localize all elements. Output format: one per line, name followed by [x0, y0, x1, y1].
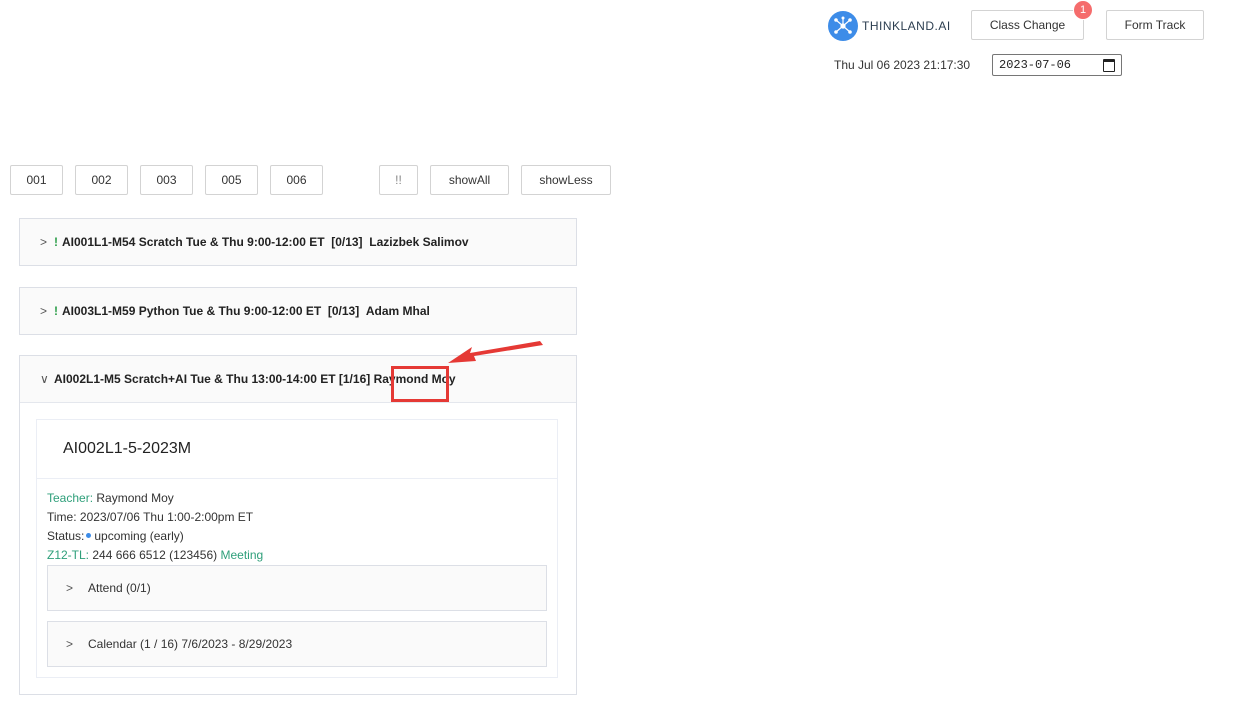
calendar-icon[interactable] — [1103, 59, 1115, 72]
teacher-label: Teacher: — [47, 491, 94, 505]
time-value: 2023/07/06 Thu 1:00-2:00pm ET — [79, 510, 254, 524]
show-less-button[interactable]: showLess — [521, 165, 611, 195]
logo-text: THINKLAND.AI — [862, 19, 951, 33]
zoom-value: 244 666 6512 (123456) — [92, 548, 218, 562]
class-count: [0/13] — [331, 235, 363, 249]
brand-logo: THINKLAND.AI — [828, 11, 951, 41]
class-teacher: Adam Mhal — [365, 304, 430, 318]
filter-button-001[interactable]: 001 — [10, 165, 63, 195]
chevron-down-icon: ∨ — [40, 372, 49, 386]
chevron-right-icon: > — [66, 580, 74, 595]
class-panel-expanded: ∨ AI002L1-M5 Scratch+AI Tue & Thu 13:00-… — [19, 355, 577, 695]
date-value: 2023-07-06 — [999, 58, 1072, 72]
filter-button-003[interactable]: 003 — [140, 165, 193, 195]
filter-button-bang[interactable]: !! — [379, 165, 418, 195]
chevron-right-icon: > — [66, 636, 74, 651]
form-track-button[interactable]: Form Track — [1106, 10, 1204, 40]
network-logo-icon — [828, 11, 858, 41]
chevron-right-icon: > — [40, 235, 48, 249]
annotation-arrow-icon — [448, 341, 543, 363]
time-line: Time: 2023/07/06 Thu 1:00-2:00pm ET — [47, 508, 547, 527]
calendar-panel-header[interactable]: > Calendar (1 / 16) 7/6/2023 - 8/29/2023 — [47, 621, 547, 667]
class-title: AI002L1-M5 Scratch+AI Tue & Thu 13:00-14… — [54, 372, 336, 386]
class-panel: > ! AI001L1-M54 Scratch Tue & Thu 9:00-1… — [19, 218, 577, 266]
status-dot-icon — [86, 533, 92, 539]
meeting-link[interactable]: Meeting — [220, 548, 263, 562]
calendar-label: Calendar (1 / 16) 7/6/2023 - 8/29/2023 — [88, 636, 293, 651]
class-detail-card: AI002L1-5-2023M Teacher: Raymond Moy Tim… — [36, 419, 558, 678]
attend-panel-header[interactable]: > Attend (0/1) — [47, 565, 547, 611]
class-teacher: Lazizbek Salimov — [369, 235, 469, 249]
warning-flag: ! — [54, 235, 58, 249]
time-label: Time: — [47, 510, 77, 524]
notification-badge: 1 — [1073, 0, 1093, 20]
filter-button-005[interactable]: 005 — [205, 165, 258, 195]
class-panel-body: AI002L1-5-2023M Teacher: Raymond Moy Tim… — [20, 402, 576, 694]
teacher-value: Raymond Moy — [96, 491, 174, 505]
class-count: [1/16] — [338, 372, 371, 386]
teacher-line: Teacher: Raymond Moy — [47, 489, 547, 508]
show-all-button[interactable]: showAll — [430, 165, 509, 195]
class-change-button[interactable]: Class Change — [971, 10, 1084, 40]
date-picker-input[interactable]: 2023-07-06 — [992, 54, 1122, 76]
current-datetime: Thu Jul 06 2023 21:17:30 — [834, 58, 971, 72]
card-body: Teacher: Raymond Moy Time: 2023/07/06 Th… — [37, 479, 557, 677]
class-panel-header[interactable]: > ! AI001L1-M54 Scratch Tue & Thu 9:00-1… — [20, 219, 576, 265]
class-title: AI001L1-M54 Scratch Tue & Thu 9:00-12:00… — [62, 235, 325, 249]
zoom-label: Z12-TL: — [47, 548, 90, 562]
warning-flag: ! — [54, 304, 58, 318]
class-count: [0/13] — [327, 304, 360, 318]
class-panel-header[interactable]: > ! AI003L1-M59 Python Tue & Thu 9:00-12… — [20, 288, 576, 334]
status-label: Status: — [47, 529, 85, 543]
zoom-line: Z12-TL: 244 666 6512 (123456) Meeting — [47, 546, 547, 565]
filter-button-002[interactable]: 002 — [75, 165, 128, 195]
card-title: AI002L1-5-2023M — [37, 420, 557, 479]
class-title: AI003L1-M59 Python Tue & Thu 9:00-12:00 … — [62, 304, 322, 318]
filter-button-006[interactable]: 006 — [270, 165, 323, 195]
chevron-right-icon: > — [40, 304, 48, 318]
status-value: upcoming (early) — [94, 529, 184, 543]
status-line: Status: upcoming (early) — [47, 527, 547, 546]
attend-label: Attend (0/1) — [88, 580, 151, 595]
class-panel: > ! AI003L1-M59 Python Tue & Thu 9:00-12… — [19, 287, 577, 335]
